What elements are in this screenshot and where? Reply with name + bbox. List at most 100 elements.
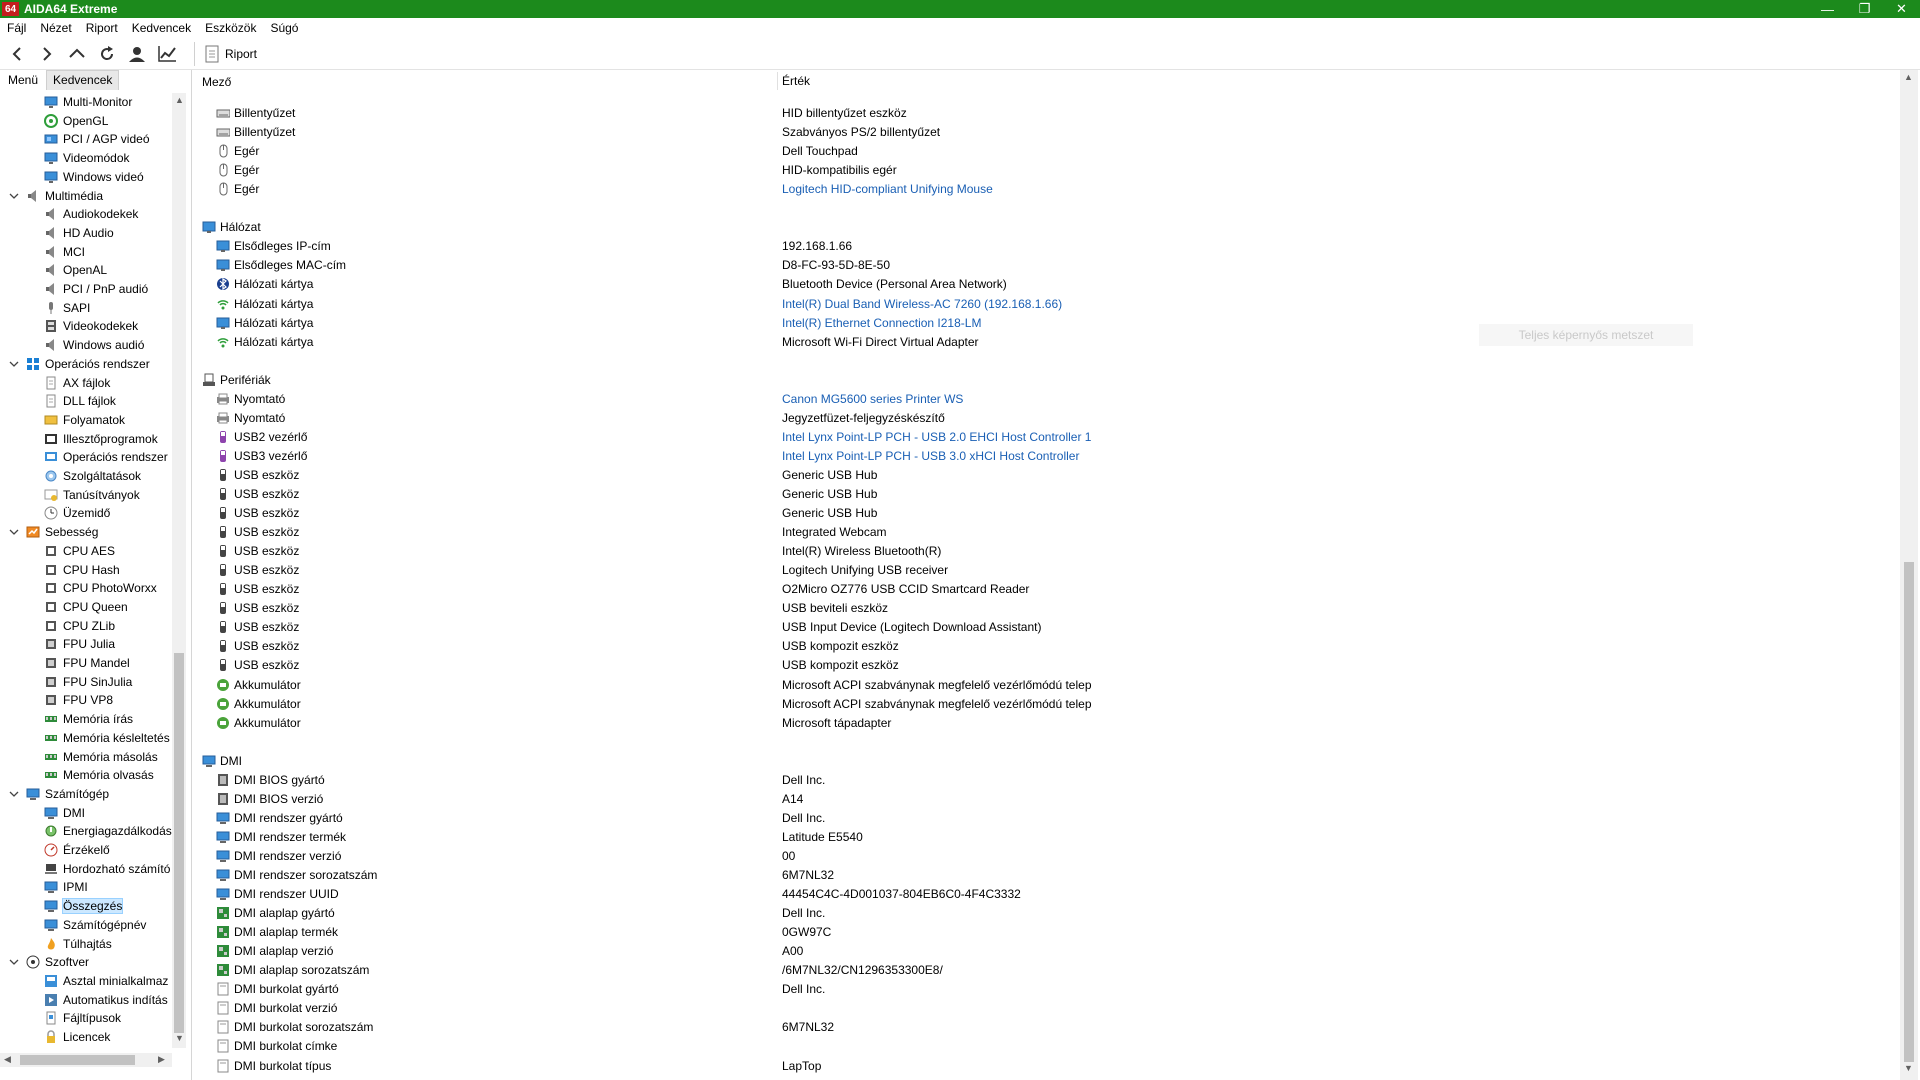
tree-item[interactable]: FPU VP8 [44, 691, 113, 709]
expand-chevron-icon[interactable] [9, 527, 19, 537]
tree-item[interactable]: Memória olvasás [44, 766, 154, 784]
tree-item[interactable]: Multi-Monitor [44, 93, 132, 111]
tree-item[interactable]: Hordozható számító [44, 860, 170, 878]
value-link[interactable]: Intel Lynx Point-LP PCH - USB 2.0 EHCI H… [782, 428, 1091, 446]
field-cell[interactable]: USB eszköz [216, 466, 299, 484]
field-cell[interactable]: Egér [216, 180, 259, 198]
field-cell[interactable]: Hálózati kártya [216, 314, 313, 332]
tree-item[interactable]: Telepített programo [44, 1047, 166, 1050]
report-vertical-scrollbar[interactable]: ▲ ▼ [1900, 70, 1918, 1080]
scroll-down-arrow-icon[interactable]: ▼ [175, 1033, 184, 1043]
field-cell[interactable]: Billentyűzet [216, 104, 295, 122]
tree-hscroll-thumb[interactable] [20, 1055, 135, 1065]
menu-help[interactable]: Súgó [263, 21, 305, 35]
tree-item[interactable]: FPU Julia [44, 635, 115, 653]
tree-item[interactable]: Videomódok [44, 149, 130, 167]
tree-item[interactable]: Videokodekek [44, 317, 138, 335]
tree-vertical-scrollbar[interactable]: ▲ ▼ [172, 93, 186, 1048]
field-cell[interactable]: USB eszköz [216, 599, 299, 617]
chart-button[interactable] [152, 39, 182, 69]
maximize-button[interactable]: ❐ [1846, 0, 1883, 18]
expand-chevron-icon[interactable] [9, 359, 19, 369]
value-link[interactable]: Intel Lynx Point-LP PCH - USB 3.0 xHCI H… [782, 447, 1079, 465]
field-cell[interactable]: USB eszköz [216, 504, 299, 522]
tree-item[interactable]: PCI / PnP audió [44, 280, 148, 298]
column-header-value[interactable]: Érték [777, 72, 1877, 90]
report-button[interactable]: Riport [205, 45, 257, 63]
tree-item[interactable]: Tanúsítványok [44, 486, 140, 504]
field-cell[interactable]: Akkumulátor [216, 695, 301, 713]
field-cell[interactable]: DMI rendszer UUID [216, 885, 339, 903]
tree-item[interactable]: FPU SinJulia [44, 673, 132, 691]
tree-item[interactable]: Fájltípusok [44, 1009, 121, 1027]
tree-item[interactable]: Sebesség [9, 523, 98, 541]
scroll-up-arrow-icon[interactable]: ▲ [175, 95, 184, 105]
tree-item[interactable]: Illesztőprogramok [44, 430, 158, 448]
tree-item[interactable]: Energiagazdálkodás [44, 822, 172, 840]
tree-item[interactable]: Licencek [44, 1028, 110, 1046]
field-cell[interactable]: Nyomtató [216, 409, 285, 427]
field-cell[interactable]: DMI burkolat verzió [216, 999, 337, 1017]
field-cell[interactable]: Egér [216, 142, 259, 160]
expand-chevron-icon[interactable] [9, 191, 19, 201]
field-cell[interactable]: DMI BIOS gyártó [216, 771, 325, 789]
tree-item[interactable]: Windows audió [44, 336, 144, 354]
tree-item[interactable]: HD Audio [44, 224, 114, 242]
expand-chevron-icon[interactable] [9, 957, 19, 967]
report-scroll-down-arrow-icon[interactable]: ▼ [1904, 1063, 1913, 1073]
field-cell[interactable]: DMI BIOS verzió [216, 790, 323, 808]
minimize-button[interactable]: — [1809, 0, 1846, 18]
tree-item[interactable]: Multimédia [9, 187, 103, 205]
tree-item[interactable]: OpenAL [44, 261, 107, 279]
user-button[interactable] [122, 39, 152, 69]
tree-item[interactable]: CPU AES [44, 542, 115, 560]
tree-item[interactable]: OpenGL [44, 112, 108, 130]
tree-item[interactable]: Számítógép [9, 785, 109, 803]
field-cell[interactable]: DMI burkolat típus [216, 1057, 331, 1075]
tree-item[interactable]: Számítógépnév [44, 916, 146, 934]
field-cell[interactable]: DMI alaplap verzió [216, 942, 333, 960]
field-cell[interactable]: USB eszköz [216, 485, 299, 503]
tree-item[interactable]: Operációs rendszer [9, 355, 150, 373]
field-cell[interactable]: DMI rendszer termék [216, 828, 346, 846]
expand-chevron-icon[interactable] [9, 789, 19, 799]
report-scroll-up-arrow-icon[interactable]: ▲ [1904, 72, 1913, 82]
menu-report[interactable]: Riport [79, 21, 125, 35]
tree-item[interactable]: SAPI [44, 299, 90, 317]
field-cell[interactable]: DMI burkolat sorozatszám [216, 1018, 373, 1036]
field-cell[interactable]: DMI rendszer sorozatszám [216, 866, 377, 884]
tree-item[interactable]: Windows videó [44, 168, 144, 186]
tree-item[interactable]: DLL fájlok [44, 392, 116, 410]
field-cell[interactable]: Hálózati kártya [216, 333, 313, 351]
tree-item[interactable]: CPU ZLib [44, 617, 115, 635]
tree-item[interactable]: Túlhajtás [44, 935, 112, 953]
tree-item[interactable]: Folyamatok [44, 411, 125, 429]
menu-tools[interactable]: Eszközök [198, 21, 263, 35]
tree-item[interactable]: Memória késleltetés [44, 729, 170, 747]
value-link[interactable]: Intel(R) Ethernet Connection I218-LM [782, 314, 981, 332]
menu-file[interactable]: Fájl [0, 21, 33, 35]
section-header[interactable]: Hálózat [202, 218, 261, 236]
field-cell[interactable]: Akkumulátor [216, 676, 301, 694]
tree-item[interactable]: Szoftver [9, 953, 89, 971]
tree-item[interactable]: Memória másolás [44, 748, 158, 766]
tree-item[interactable]: Operációs rendszer [44, 448, 168, 466]
field-cell[interactable]: USB3 vezérlő [216, 447, 307, 465]
field-cell[interactable]: Elsődleges MAC-cím [216, 256, 346, 274]
up-button[interactable] [62, 39, 92, 69]
field-cell[interactable]: Nyomtató [216, 390, 285, 408]
field-cell[interactable]: DMI rendszer gyártó [216, 809, 343, 827]
tree-item[interactable]: CPU Queen [44, 598, 128, 616]
field-cell[interactable]: USB eszköz [216, 637, 299, 655]
field-cell[interactable]: DMI alaplap termék [216, 923, 338, 941]
field-cell[interactable]: USB eszköz [216, 542, 299, 560]
scroll-left-arrow-icon[interactable]: ◀ [4, 1054, 11, 1065]
field-cell[interactable]: DMI burkolat címke [216, 1037, 337, 1055]
tree-item[interactable]: Érzékelő [44, 841, 110, 859]
tree-item[interactable]: MCI [44, 243, 85, 261]
field-cell[interactable]: USB eszköz [216, 580, 299, 598]
tree-item[interactable]: CPU PhotoWorxx [44, 579, 157, 597]
field-cell[interactable]: DMI alaplap sorozatszám [216, 961, 369, 979]
forward-button[interactable] [32, 39, 62, 69]
back-button[interactable] [2, 39, 32, 69]
